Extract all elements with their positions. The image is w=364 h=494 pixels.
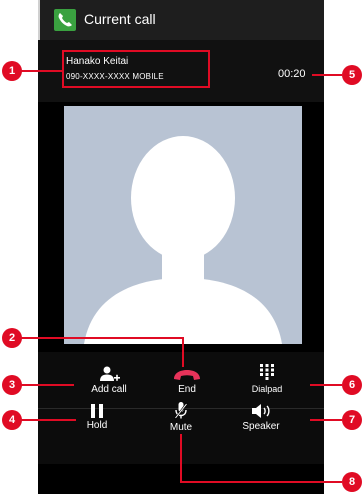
callout-7: 7 [342, 410, 362, 430]
speaker-label: Speaker [242, 421, 280, 432]
caller-number: 090-XXXX-XXXX MOBILE [66, 72, 164, 81]
caller-name: Hanako Keitai [66, 56, 129, 67]
callout-6-line [310, 384, 342, 386]
callout-8-line-h [180, 481, 342, 483]
phone-app-icon [54, 9, 76, 31]
callout-2-line-h [18, 337, 184, 339]
pause-icon [91, 404, 103, 418]
callout-2: 2 [2, 328, 22, 348]
mic-mute-icon [174, 402, 188, 420]
callout-4: 4 [2, 410, 22, 430]
callout-8: 8 [342, 472, 362, 492]
callout-5: 5 [342, 65, 362, 85]
callout-4-line [20, 419, 76, 421]
dialpad-label: Dialpad [251, 384, 283, 394]
mute-label: Mute [169, 422, 193, 433]
contact-silhouette-icon [84, 136, 282, 344]
end-call-icon [174, 370, 200, 380]
callout-3-line [20, 384, 74, 386]
end-call-button[interactable]: End [152, 368, 222, 395]
hold-label: Hold [86, 420, 108, 431]
call-duration: 00:20 [278, 68, 306, 80]
callout-5-line [312, 74, 342, 76]
add-person-icon [100, 366, 120, 381]
contact-photo [64, 106, 302, 344]
end-call-label: End [178, 384, 196, 395]
hold-button[interactable]: Hold [62, 404, 132, 431]
callout-8-line-v [180, 434, 182, 482]
dialpad-icon [260, 364, 274, 380]
add-call-label: Add call [91, 384, 127, 395]
speaker-button[interactable]: Speaker [226, 403, 296, 432]
callout-1: 1 [2, 61, 22, 81]
callout-7-line [310, 419, 342, 421]
add-call-button[interactable]: Add call [74, 366, 144, 395]
callout-6: 6 [342, 375, 362, 395]
title-bar: Current call [38, 0, 324, 40]
speaker-icon [252, 404, 270, 418]
callout-3: 3 [2, 375, 22, 395]
callout-1-line [20, 70, 62, 72]
dialpad-button[interactable]: Dialpad [232, 364, 302, 394]
page-title: Current call [84, 11, 156, 27]
callout-2-line-v [182, 337, 184, 367]
mute-button[interactable]: Mute [146, 402, 216, 433]
